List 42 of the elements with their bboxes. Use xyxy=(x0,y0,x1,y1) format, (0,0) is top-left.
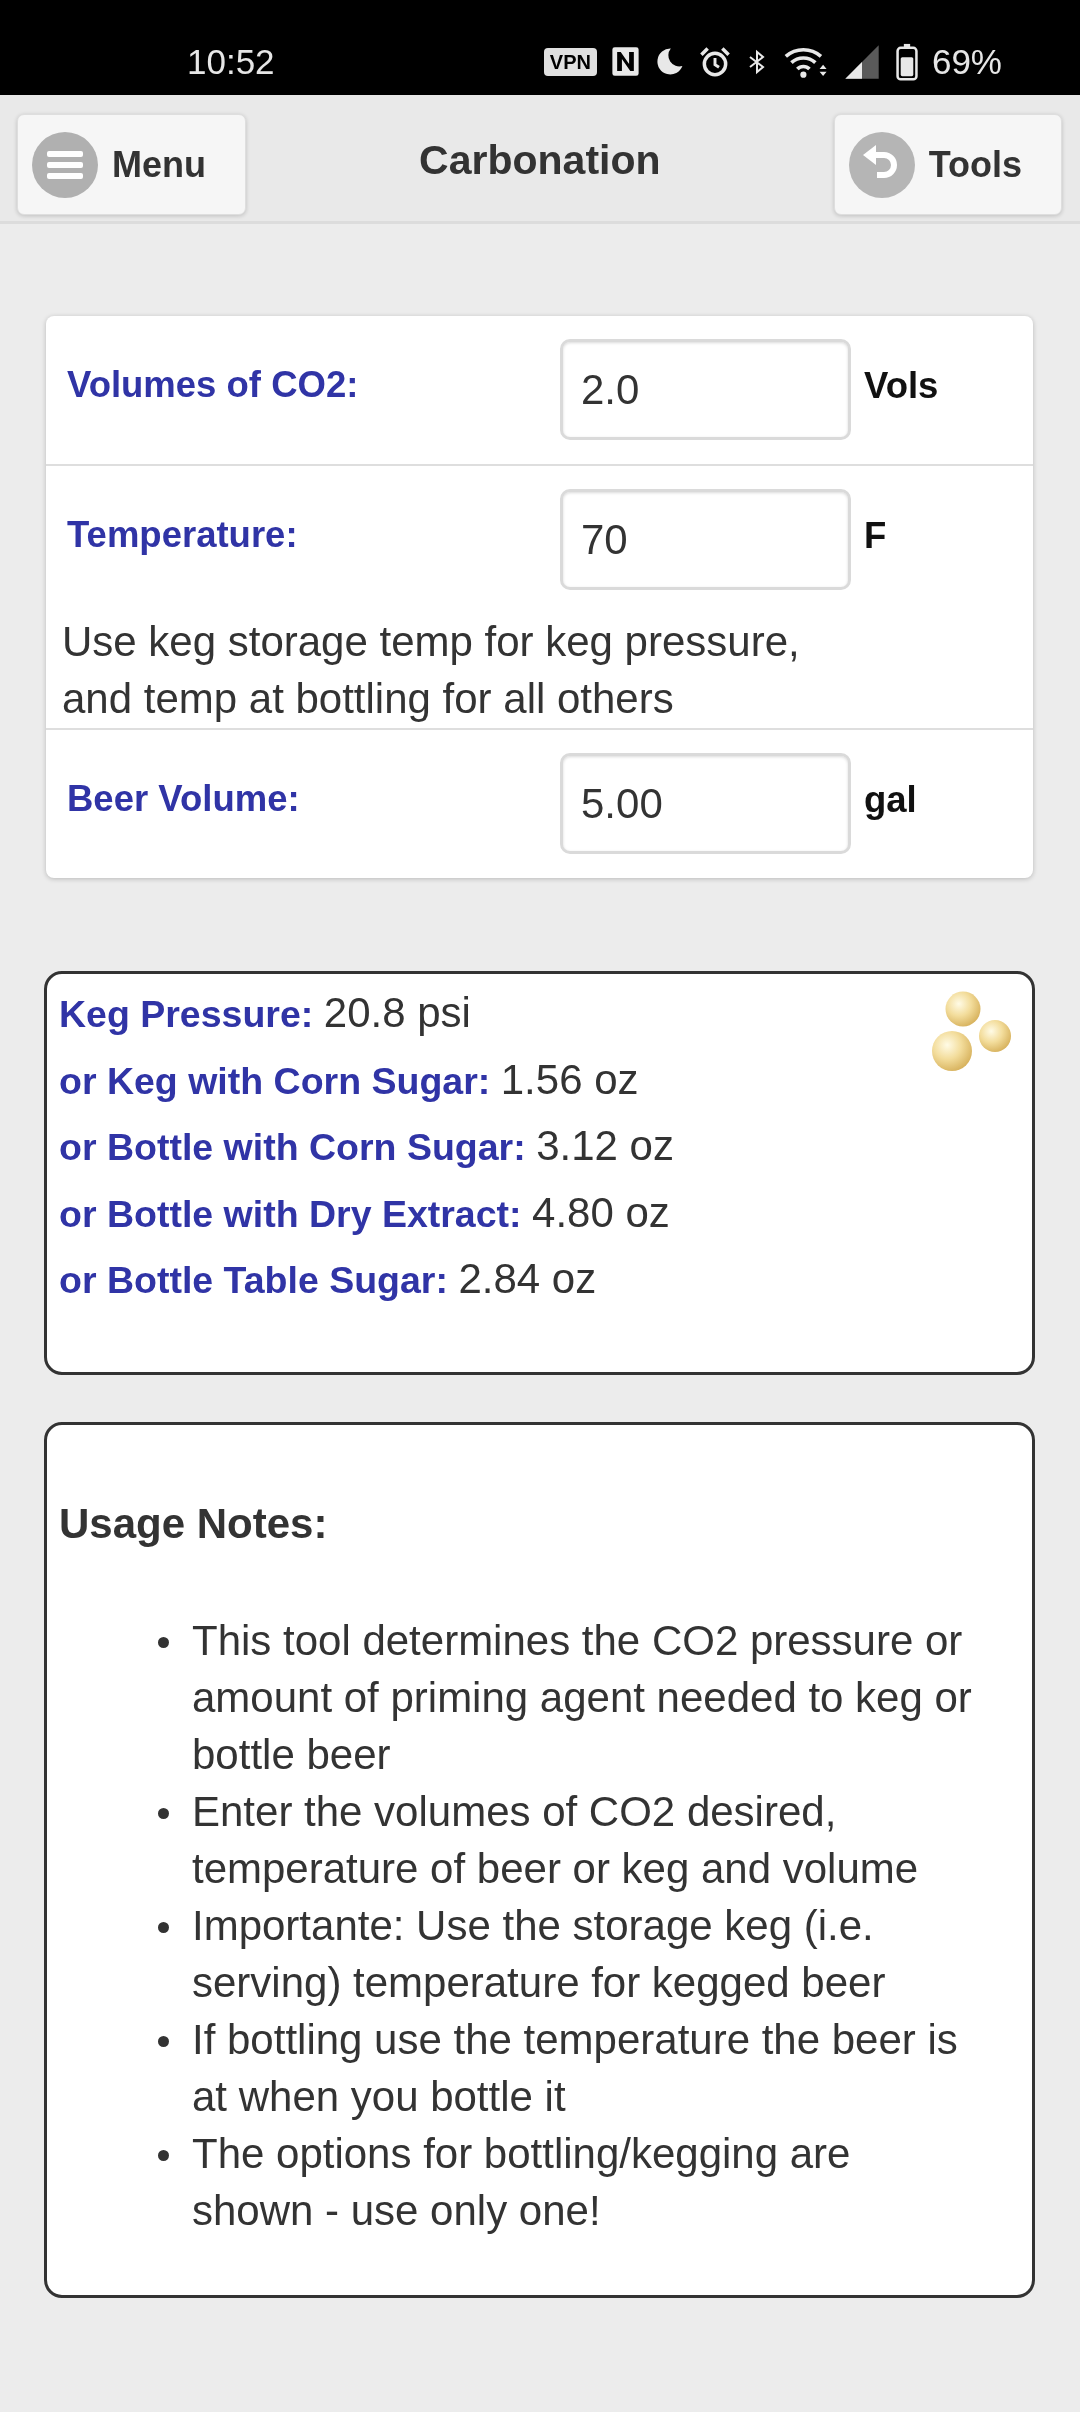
bullet-icon xyxy=(158,1636,169,1648)
result-label: or Bottle Table Sugar: xyxy=(59,1259,448,1301)
menu-icon xyxy=(32,131,98,198)
status-time: 10:52 xyxy=(187,44,275,79)
bullet-icon xyxy=(158,2149,169,2161)
note-text: This tool determines the CO2 pressure or amount of priming agent needed to keg or bottle beer xyxy=(192,1615,973,1780)
tools-button[interactable]: Tools xyxy=(833,114,1062,215)
note-text: The options for bottling/kegging are shown - use only one! xyxy=(192,2128,852,2236)
result-value: 4.80 oz xyxy=(532,1188,670,1236)
vpn-indicator: VPN xyxy=(543,47,597,76)
nfc-icon xyxy=(610,46,640,77)
field-label: Beer Volume: xyxy=(67,777,300,821)
page-title: Carbonation xyxy=(419,136,661,185)
unit-label: F xyxy=(864,514,887,558)
result-label: or Bottle with Dry Extract: xyxy=(59,1192,522,1235)
note-text: Importante: Use the storage keg (i.e. serving) temperature for kegged beer xyxy=(192,1900,887,2008)
battery-percent: 69% xyxy=(931,44,1002,79)
unit-label: gal xyxy=(864,778,917,822)
result-value: 2.84 oz xyxy=(458,1255,597,1302)
battery-icon xyxy=(895,42,918,81)
bullet-icon xyxy=(158,1921,169,1933)
bullet-icon xyxy=(158,1807,169,1819)
result-label: or Bottle with Corn Sugar: xyxy=(59,1126,526,1168)
field-label: Volumes of CO2: xyxy=(67,363,359,407)
pellets-icon xyxy=(932,991,1012,1073)
note-text: Enter the volumes of CO2 desired, temperature of beer or keg and volume xyxy=(192,1786,920,1894)
input-field[interactable]: 70 xyxy=(560,489,851,590)
result-value: 3.12 oz xyxy=(536,1122,674,1169)
result-value: 1.56 oz xyxy=(500,1055,639,1103)
input-field[interactable]: 2.0 xyxy=(560,339,851,440)
result-value: 20.8 psi xyxy=(323,989,471,1036)
unit-label: Vols xyxy=(864,364,939,408)
result-label: Keg Pressure: xyxy=(59,993,314,1035)
hint-text: Use keg storage temp for keg pressure, and temp at bottling for all others xyxy=(62,617,801,724)
bullet-icon xyxy=(158,2035,169,2047)
result-label: or Keg with Corn Sugar: xyxy=(59,1059,491,1102)
input-field[interactable]: 5.00 xyxy=(560,753,851,854)
field-label: Temperature: xyxy=(67,513,298,557)
menu-button[interactable]: Menu xyxy=(17,114,246,215)
alarm-clock-icon xyxy=(698,45,731,78)
note-text: If bottling use the temperature the beer is at when you bottle it xyxy=(192,2014,959,2122)
notes-heading: Usage Notes: xyxy=(59,1498,329,1549)
